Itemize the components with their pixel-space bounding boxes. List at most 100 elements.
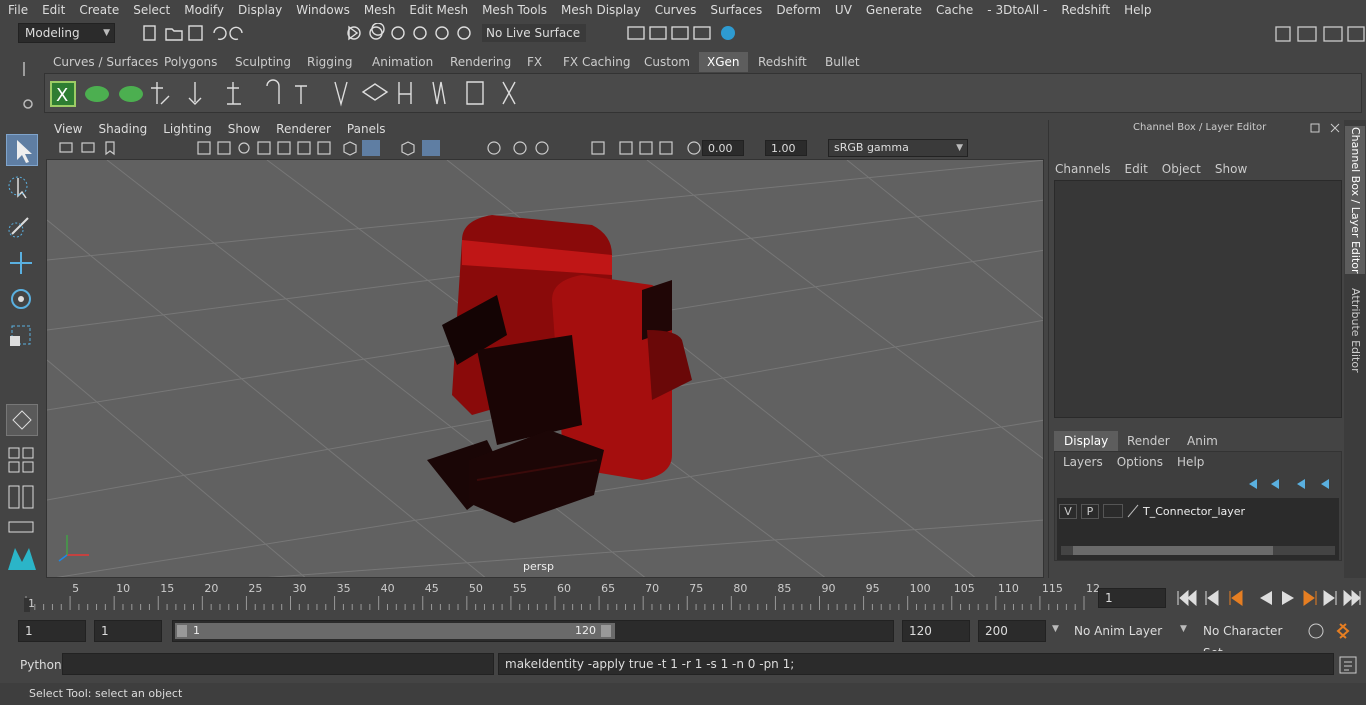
layer-menu-options[interactable]: Options	[1117, 455, 1163, 469]
layout-four-button[interactable]	[6, 446, 38, 478]
range-slider-handle[interactable]: 1 120	[175, 623, 615, 639]
layer-scrollbar[interactable]	[1061, 546, 1335, 555]
menu-mesh-display[interactable]: Mesh Display	[554, 0, 648, 20]
viewport-menu-panels[interactable]: Panels	[339, 120, 394, 138]
scale-tool-button[interactable]	[6, 320, 38, 352]
menu-modify[interactable]: Modify	[177, 0, 231, 20]
script-editor-icon[interactable]	[1338, 655, 1358, 675]
mode-select[interactable]: Modeling ▼	[18, 23, 115, 43]
channel-menu-edit[interactable]: Edit	[1125, 162, 1148, 176]
prefs-icons[interactable]	[1306, 620, 1362, 642]
layer-menu-help[interactable]: Help	[1177, 455, 1204, 469]
chevron-down-icon[interactable]: ▼	[1052, 624, 1059, 634]
layer-tab-display[interactable]: Display	[1054, 431, 1119, 451]
paint-select-tool-button[interactable]	[6, 210, 38, 242]
viewport-menu-renderer[interactable]: Renderer	[268, 120, 339, 138]
menu-cache[interactable]: Cache	[929, 0, 980, 20]
layer-row[interactable]: V P T_Connector_layer	[1059, 502, 1335, 520]
time-slider-labels: 1 5 10 15 20 25 30 35 40 45 50 55 60 65 70 75 80 85 90 95 10…	[18, 582, 1100, 610]
playback-controls[interactable]	[1172, 587, 1362, 609]
exposure-field[interactable]: 0.00	[702, 140, 744, 156]
color-space-select[interactable]: sRGB gamma ▼	[828, 139, 968, 157]
svg-text:X: X	[56, 85, 68, 106]
workspace-icons[interactable]	[1270, 23, 1366, 45]
move-tool-button[interactable]	[6, 248, 38, 280]
start-frame-field[interactable]: 1	[18, 620, 86, 642]
shelf-tab-polygons[interactable]: Polygons	[156, 52, 225, 72]
viewport-menu-lighting[interactable]: Lighting	[155, 120, 220, 138]
layer-tab-anim[interactable]: Anim	[1177, 431, 1228, 451]
menu-windows[interactable]: Windows	[289, 0, 357, 20]
menu-curves[interactable]: Curves	[648, 0, 704, 20]
menu-mesh[interactable]: Mesh	[357, 0, 403, 20]
channel-menu-channels[interactable]: Channels	[1055, 162, 1111, 176]
layer-tab-render[interactable]: Render	[1117, 431, 1180, 451]
menu-3dtoall[interactable]: - 3DtoAll -	[980, 0, 1054, 20]
layer-playback-toggle[interactable]: P	[1081, 503, 1099, 519]
viewport-menu-view[interactable]: View	[46, 120, 90, 138]
shelf-tab-fx-caching[interactable]: FX Caching	[555, 52, 638, 72]
layer-action-icons[interactable]	[1245, 476, 1337, 492]
side-tab-attribute-editor[interactable]: Attribute Editor	[1345, 282, 1365, 378]
layout-single-button[interactable]	[6, 404, 38, 436]
menu-help[interactable]: Help	[1117, 0, 1158, 20]
viewport-menu-shading[interactable]: Shading	[90, 120, 155, 138]
shelf-tab-fx[interactable]: FX	[519, 52, 550, 72]
playback-end-field[interactable]: 120	[902, 620, 970, 642]
channel-menu-object[interactable]: Object	[1162, 162, 1201, 176]
anim-layer-select[interactable]: No Anim Layer	[1068, 620, 1176, 642]
shelf-tab-curves-surfaces[interactable]: Curves / Surfaces	[45, 52, 166, 72]
viewport-menu-show[interactable]: Show	[220, 120, 268, 138]
time-tick-label: 1	[28, 597, 35, 610]
viewport-tool-icons[interactable]	[54, 139, 714, 157]
menu-redshift[interactable]: Redshift	[1054, 0, 1117, 20]
current-frame-field[interactable]: 1	[1098, 588, 1166, 608]
shelf-tab-rendering[interactable]: Rendering	[442, 52, 519, 72]
shelf-settings[interactable]	[6, 56, 40, 112]
rotate-tool-button[interactable]	[6, 284, 38, 316]
chevron-down-icon[interactable]: ▼	[1180, 624, 1187, 634]
shelf-tab-redshift[interactable]: Redshift	[750, 52, 815, 72]
playback-start-field[interactable]: 1	[94, 620, 162, 642]
shelf-tab-bullet[interactable]: Bullet	[817, 52, 868, 72]
menu-generate[interactable]: Generate	[859, 0, 929, 20]
range-slider-track[interactable]: 1 120	[172, 620, 894, 642]
menu-uv[interactable]: UV	[828, 0, 859, 20]
shelf-tab-custom[interactable]: Custom	[636, 52, 698, 72]
layer-color-swatch[interactable]	[1127, 504, 1139, 518]
character-set-select[interactable]: No Character Set	[1197, 620, 1303, 660]
command-input[interactable]	[62, 653, 494, 675]
shelf-tab-rigging[interactable]: Rigging	[299, 52, 360, 72]
script-language-label[interactable]: Python	[20, 655, 62, 675]
menu-surfaces[interactable]: Surfaces	[703, 0, 769, 20]
panel-float-close[interactable]	[1307, 121, 1343, 135]
menu-select[interactable]: Select	[126, 0, 177, 20]
perspective-viewport[interactable]: persp	[46, 159, 1044, 578]
gamma-field[interactable]: 1.00	[765, 140, 807, 156]
menu-edit-mesh[interactable]: Edit Mesh	[402, 0, 475, 20]
maya-logo-icon	[6, 542, 38, 574]
layer-menu-layers[interactable]: Layers	[1063, 455, 1103, 469]
channel-box-area[interactable]	[1054, 180, 1342, 418]
anim-prefs-icon	[1336, 623, 1350, 639]
layer-visibility-toggle[interactable]: V	[1059, 503, 1077, 519]
select-tool-button[interactable]	[6, 134, 38, 166]
menu-edit[interactable]: Edit	[35, 0, 72, 20]
menu-mesh-tools[interactable]: Mesh Tools	[475, 0, 554, 20]
end-frame-field[interactable]: 200	[978, 620, 1046, 642]
live-surface-field[interactable]: No Live Surface	[482, 24, 586, 42]
shelf-tab-xgen[interactable]: XGen	[699, 52, 748, 72]
layer-type-toggle[interactable]	[1103, 504, 1123, 518]
shelf-tab-animation[interactable]: Animation	[364, 52, 441, 72]
axis-gizmo	[58, 535, 89, 562]
menu-create[interactable]: Create	[72, 0, 126, 20]
menu-file[interactable]: File	[0, 0, 35, 20]
shelf-tab-sculpting[interactable]: Sculpting	[227, 52, 299, 72]
lasso-tool-button[interactable]	[6, 172, 38, 204]
side-tab-channel-box[interactable]: Channel Box / Layer Editor	[1345, 126, 1365, 274]
layer-name[interactable]: T_Connector_layer	[1143, 505, 1245, 518]
menu-deform[interactable]: Deform	[769, 0, 828, 20]
layout-outliner-button[interactable]	[6, 482, 38, 514]
menu-display[interactable]: Display	[231, 0, 289, 20]
channel-menu-show[interactable]: Show	[1215, 162, 1247, 176]
